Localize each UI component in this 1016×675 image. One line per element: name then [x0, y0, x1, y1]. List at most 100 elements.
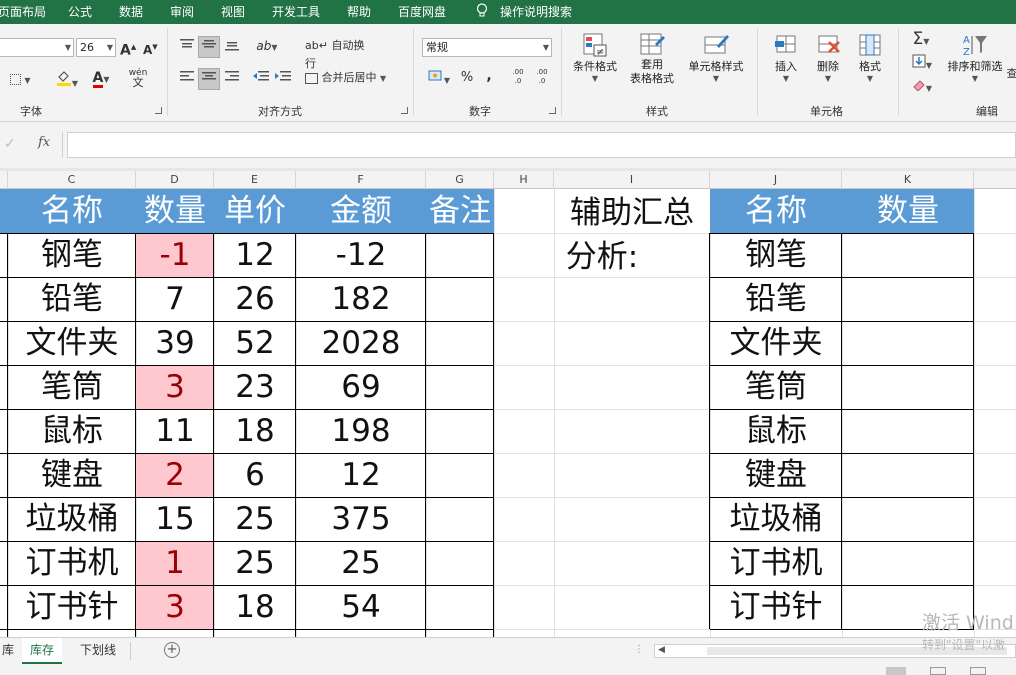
increase-font-icon[interactable]: A▲ — [120, 38, 136, 60]
cell-amount[interactable]: 69 — [296, 365, 426, 409]
cell-amount[interactable]: 12 — [296, 453, 426, 497]
sheet-tab-1[interactable]: 库 — [0, 638, 22, 664]
number-format-combo[interactable]: 常规 ▼ — [422, 38, 552, 57]
sheet-tab-underline[interactable]: 下划线 — [72, 638, 124, 664]
format-cells-button[interactable]: 格式 ▼ — [849, 32, 891, 83]
header-quantity[interactable]: 数量 — [136, 189, 214, 233]
summary-cell-quantity[interactable] — [842, 233, 974, 277]
cell-quantity[interactable]: 11 — [136, 409, 214, 453]
cell-unit-price[interactable]: 18 — [214, 409, 296, 453]
summary-cell-name[interactable]: 笔筒 — [710, 365, 842, 409]
font-dialog-launcher[interactable] — [155, 107, 162, 114]
cell-quantity[interactable]: 2 — [136, 453, 214, 497]
font-name-combo[interactable]: ▼ — [0, 38, 74, 57]
summary-cell-name[interactable]: 文件夹 — [710, 321, 842, 365]
insert-function-icon[interactable]: fx — [38, 135, 50, 150]
align-top-icon[interactable] — [178, 38, 196, 56]
summary-cell-name[interactable]: 鼠标 — [710, 409, 842, 453]
increase-indent-icon[interactable] — [274, 70, 292, 88]
fill-icon[interactable]: ▼ — [908, 54, 936, 75]
cell-name[interactable]: 键盘 — [8, 453, 136, 497]
column-header-e[interactable]: E — [214, 171, 296, 189]
sheet-tab-inventory[interactable]: 库存 — [22, 638, 63, 664]
cell-name[interactable]: 订书针 — [8, 585, 136, 629]
decrease-decimal-icon[interactable]: .00 .0 — [532, 68, 552, 86]
formula-input[interactable] — [67, 132, 1016, 158]
cell-name[interactable]: 垃圾桶 — [8, 497, 136, 541]
align-middle-icon[interactable] — [198, 36, 220, 58]
align-left-icon[interactable] — [178, 70, 196, 88]
column-header-k[interactable]: K — [842, 171, 974, 189]
cell-unit-price[interactable]: 12 — [214, 233, 296, 277]
summary-cell-name[interactable]: 钢笔 — [710, 233, 842, 277]
header-notes[interactable]: 备注 — [426, 189, 494, 233]
clear-icon[interactable]: ▼ — [908, 78, 936, 98]
decrease-font-icon[interactable]: A▼ — [143, 38, 158, 59]
cell-notes[interactable] — [426, 277, 494, 321]
orientation-icon[interactable]: ab▼ — [252, 37, 282, 57]
accounting-format-icon[interactable]: ▼ — [423, 69, 455, 90]
aux-summary-label[interactable]: 辅助汇总 — [554, 191, 710, 235]
font-color-icon[interactable]: A▼ — [86, 69, 116, 89]
cell-unit-price[interactable]: 23 — [214, 365, 296, 409]
cell-amount[interactable]: 198 — [296, 409, 426, 453]
summary-cell-quantity[interactable] — [842, 321, 974, 365]
wrap-text-button[interactable]: ab↵ 自动换行 — [305, 37, 375, 73]
tell-me-search[interactable]: 操作说明搜索 — [500, 3, 572, 20]
summary-cell-quantity[interactable] — [842, 541, 974, 585]
cell-name[interactable]: 文件夹 — [8, 321, 136, 365]
number-dialog-launcher[interactable] — [549, 107, 556, 114]
add-sheet-icon[interactable]: + — [164, 642, 180, 658]
cell-name[interactable]: 鼠标 — [8, 409, 136, 453]
column-header-d[interactable]: D — [136, 171, 214, 189]
cell-name[interactable]: 订书机 — [8, 541, 136, 585]
cell-amount[interactable]: 54 — [296, 585, 426, 629]
cell-notes[interactable] — [426, 585, 494, 629]
format-as-table-button[interactable]: 套用 表格格式 — [622, 32, 682, 86]
cell-notes[interactable] — [426, 541, 494, 585]
column-header-g[interactable]: G — [426, 171, 494, 189]
menu-developer[interactable]: 开发工具 — [272, 3, 320, 20]
header-unit-price[interactable]: 单价 — [214, 189, 296, 233]
cell-styles-button[interactable]: 单元格样式 ▼ — [684, 32, 748, 83]
cell-unit-price[interactable]: 26 — [214, 277, 296, 321]
summary-cell-name[interactable]: 订书机 — [710, 541, 842, 585]
column-header-c[interactable]: C — [8, 171, 136, 189]
summary-cell-quantity[interactable] — [842, 409, 974, 453]
align-bottom-icon[interactable] — [223, 38, 241, 56]
comma-style-icon[interactable]: , — [482, 67, 496, 85]
page-break-view-icon[interactable] — [970, 667, 986, 675]
merge-center-button[interactable]: 合并后居中 ▼ — [305, 69, 410, 88]
worksheet-grid[interactable]: 名称 数量 单价 金额 备注 钢笔 -1 12 -12 铅笔 7 26 182 文件夹 39 52 2028 笔筒… — [0, 189, 1016, 637]
menu-data[interactable]: 数据 — [119, 3, 143, 20]
align-center-icon[interactable] — [198, 68, 220, 90]
phonetic-icon[interactable]: wén 文 — [126, 68, 150, 89]
menu-page-layout[interactable]: 页面布局 — [0, 3, 46, 20]
menu-formulas[interactable]: 公式 — [68, 3, 92, 20]
font-size-combo[interactable]: 26 ▼ — [76, 38, 116, 57]
cell-quantity[interactable]: 3 — [136, 365, 214, 409]
cell-amount[interactable]: 375 — [296, 497, 426, 541]
cell-notes[interactable] — [426, 365, 494, 409]
cell-name[interactable]: 钢笔 — [8, 233, 136, 277]
cell-unit-price[interactable]: 52 — [214, 321, 296, 365]
menu-view[interactable]: 视图 — [221, 3, 245, 20]
cell-notes[interactable] — [426, 497, 494, 541]
autosum-icon[interactable]: Σ▼ — [906, 30, 936, 51]
cell-notes[interactable] — [426, 321, 494, 365]
fill-color-icon[interactable]: ▼ — [52, 69, 82, 93]
column-header-partial[interactable] — [0, 171, 8, 189]
cell-notes[interactable] — [426, 409, 494, 453]
page-layout-view-icon[interactable] — [930, 667, 946, 675]
summary-cell-quantity[interactable] — [842, 497, 974, 541]
cell-unit-price[interactable]: 18 — [214, 585, 296, 629]
column-header-f[interactable]: F — [296, 171, 426, 189]
cell-unit-price[interactable]: 25 — [214, 497, 296, 541]
decrease-indent-icon[interactable] — [252, 70, 270, 88]
summary-cell-quantity[interactable] — [842, 365, 974, 409]
align-right-icon[interactable] — [223, 70, 241, 88]
summary-header-name[interactable]: 名称 — [710, 189, 842, 233]
cell-name[interactable]: 铅笔 — [8, 277, 136, 321]
tab-split-handle[interactable]: ⋮ — [634, 644, 644, 655]
summary-header-quantity[interactable]: 数量 — [842, 189, 974, 233]
